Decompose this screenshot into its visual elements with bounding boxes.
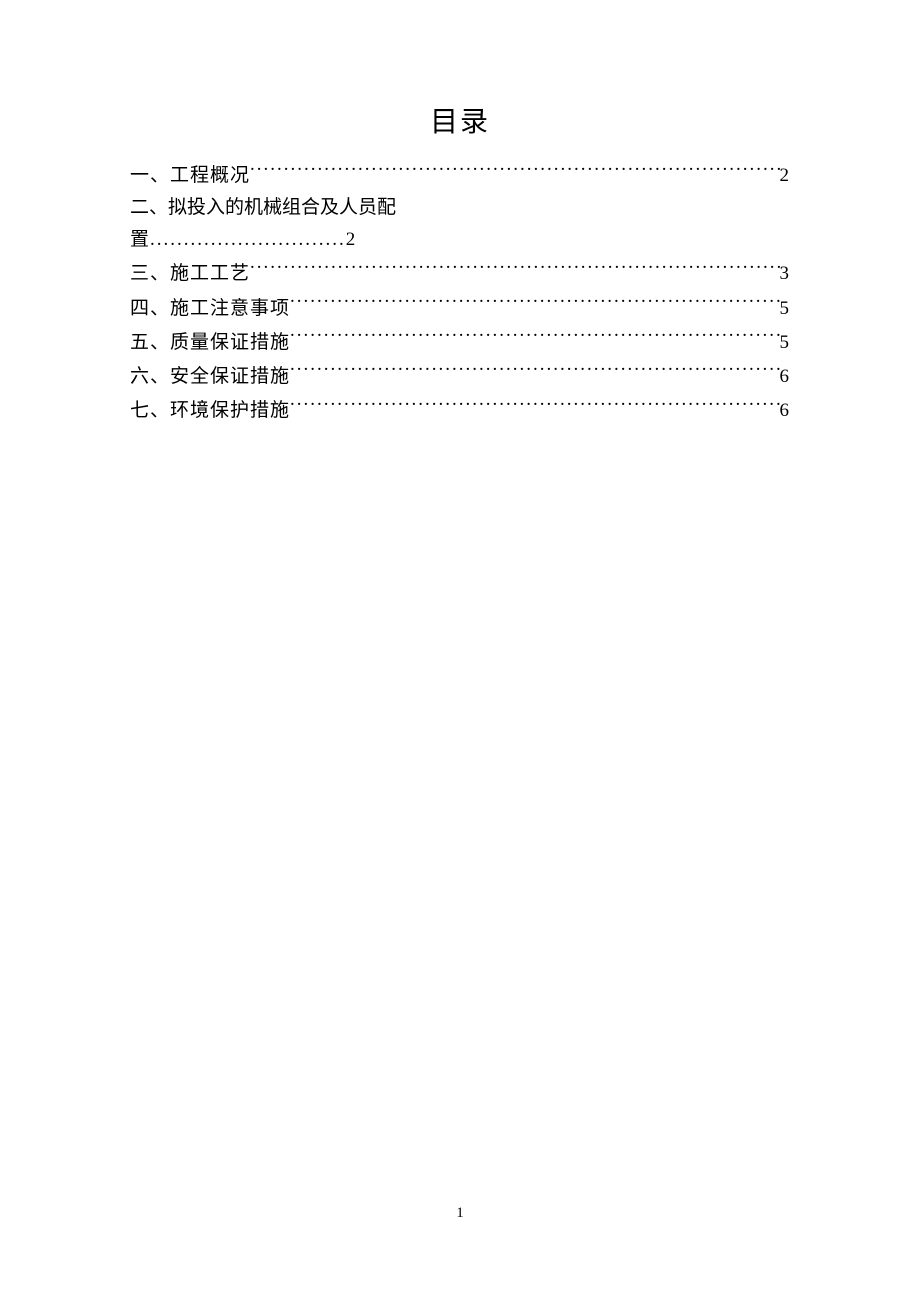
toc-entry-page: 5	[780, 293, 791, 325]
toc-entry-page: 5	[780, 327, 791, 359]
toc-title: 目录	[130, 100, 790, 140]
toc-entry: 二、拟投入的机械组合及人员配	[130, 192, 790, 224]
toc-entry: 五、质量保证措施 5	[130, 325, 790, 359]
toc-entry-label: 六、安全保证措施	[130, 361, 290, 393]
toc-entry-label: 七、环境保护措施	[130, 395, 290, 427]
toc-entry-label: 四、施工注意事项	[130, 293, 290, 325]
toc-entry-page: 2	[346, 224, 357, 256]
toc-entry: 一、工程概况 2	[130, 158, 790, 192]
page-number: 1	[0, 1205, 920, 1222]
toc-entry: 七、环境保护措施 6	[130, 393, 790, 427]
toc-entry-label-cont: 置	[130, 224, 150, 256]
toc-entry-page: 6	[780, 395, 791, 427]
toc-entry-label: 二、拟投入的机械组合及人员配	[130, 192, 396, 224]
toc-entry-label: 三、施工工艺	[130, 258, 250, 290]
toc-leader-dots: .............................	[150, 224, 346, 256]
toc-entry-label: 五、质量保证措施	[130, 327, 290, 359]
toc-leader-dots	[250, 158, 779, 181]
toc-leader-dots	[250, 257, 779, 280]
toc-entry-page: 3	[780, 258, 791, 290]
toc-leader-dots	[290, 393, 779, 416]
toc-leader-dots	[290, 325, 779, 348]
toc-entry-page: 2	[780, 160, 791, 192]
toc-entry-continuation: 置 ............................. 2	[130, 224, 790, 256]
toc-entry-page: 6	[780, 361, 791, 393]
document-page: 目录 一、工程概况 2 二、拟投入的机械组合及人员配 置 ...........…	[0, 0, 920, 427]
toc-entry-label: 一、工程概况	[130, 160, 250, 192]
toc-entry: 六、安全保证措施 6	[130, 359, 790, 393]
toc-leader-dots	[290, 359, 779, 382]
toc-leader-dots	[290, 291, 779, 314]
toc-entry: 三、施工工艺 3	[130, 257, 790, 291]
toc-list: 一、工程概况 2 二、拟投入的机械组合及人员配 置 ..............…	[130, 158, 790, 427]
toc-entry: 四、施工注意事项 5	[130, 291, 790, 325]
